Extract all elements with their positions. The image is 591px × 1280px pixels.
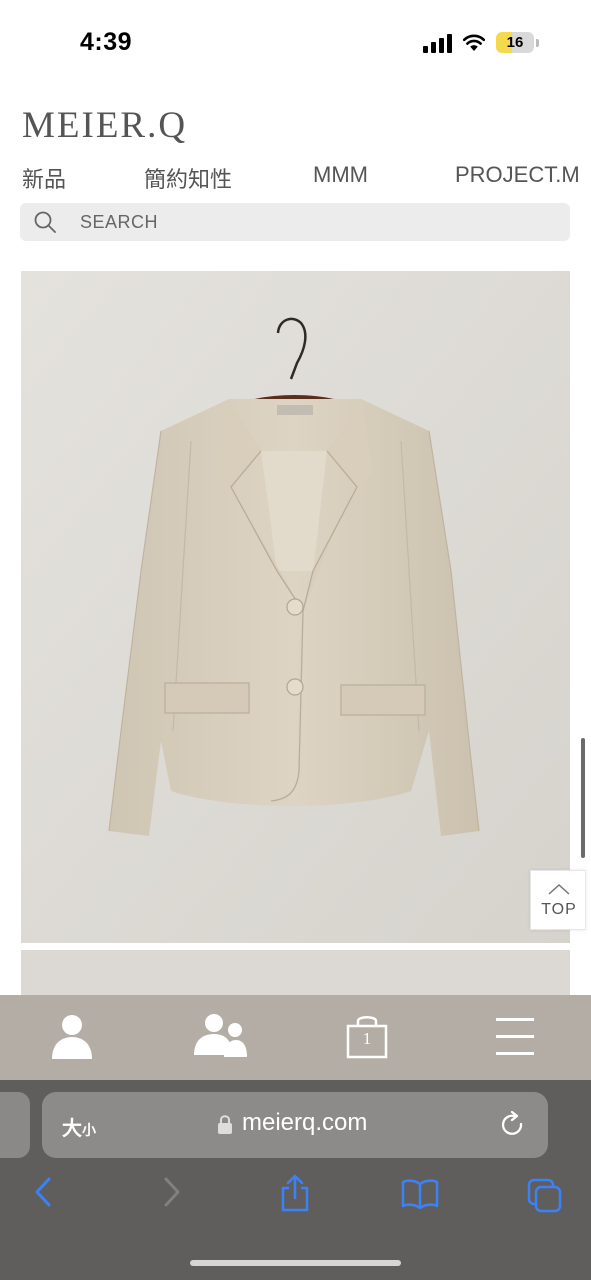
status-time: 4:39 [80, 28, 133, 56]
search-bar[interactable]: SEARCH [20, 203, 570, 241]
status-bar: 4:39 16 [0, 0, 591, 88]
bookmarks-icon[interactable] [401, 1179, 439, 1209]
nav-item-mmm[interactable]: MMM [313, 162, 368, 188]
wifi-icon [462, 34, 486, 51]
browser-toolbar: 大小 meierq.com [0, 1080, 591, 1280]
home-indicator[interactable] [190, 1260, 401, 1266]
search-input[interactable]: SEARCH [80, 212, 158, 233]
product-image[interactable] [21, 271, 570, 943]
signal-icon [423, 33, 452, 53]
site-bottom-bar: 1 [0, 995, 591, 1080]
search-icon [34, 211, 56, 233]
member-icon[interactable] [50, 1013, 94, 1059]
back-icon[interactable] [33, 1176, 53, 1208]
tabs-icon[interactable] [527, 1178, 563, 1214]
previous-tab-stub[interactable] [0, 1092, 30, 1158]
blazer-illustration [21, 271, 570, 943]
back-to-top-button[interactable]: TOP [530, 870, 586, 930]
share-icon[interactable] [280, 1174, 310, 1212]
product-image-next[interactable] [21, 950, 570, 1000]
site-logo[interactable]: MEIER.Q [22, 104, 187, 147]
nav-item-project-m[interactable]: PROJECT.M [455, 162, 580, 188]
url-text[interactable]: meierq.com [242, 1109, 367, 1137]
group-icon[interactable] [192, 1013, 248, 1057]
lock-icon [218, 1115, 232, 1134]
menu-icon[interactable] [496, 1017, 534, 1057]
nav-item-new[interactable]: 新品 [22, 162, 66, 194]
cart-icon[interactable]: 1 [346, 1013, 388, 1059]
chevron-up-icon [548, 883, 570, 895]
category-nav: 新品 簡約知性 MMM PROJECT.M [22, 162, 580, 194]
text-size-big: 大 [62, 1118, 82, 1140]
address-bar[interactable]: 大小 meierq.com [42, 1092, 548, 1158]
scrollbar[interactable] [581, 738, 585, 858]
forward-icon[interactable] [162, 1176, 182, 1208]
text-size-button[interactable]: 大小 [62, 1112, 96, 1141]
reload-icon[interactable] [500, 1111, 526, 1139]
top-label: TOP [541, 901, 577, 918]
status-icons: 16 [423, 32, 539, 53]
battery-level: 16 [496, 32, 534, 53]
battery-icon: 16 [496, 32, 539, 53]
text-size-small: 小 [82, 1122, 96, 1138]
cart-count: 1 [362, 1029, 372, 1048]
nav-item-simple[interactable]: 簡約知性 [144, 162, 232, 194]
